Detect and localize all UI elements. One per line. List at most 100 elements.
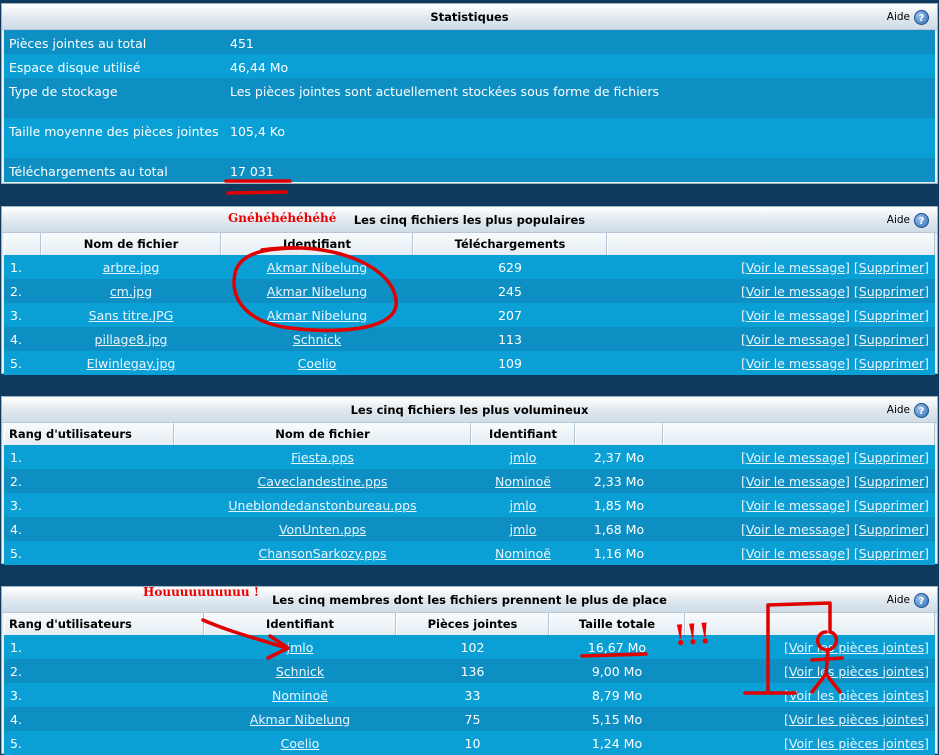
table-header: Rang d'utilisateurs Identifiant Pièces j… — [4, 613, 935, 635]
delete-link[interactable]: [Supprimer] — [854, 450, 929, 465]
file-link[interactable]: pillage8.jpg — [95, 332, 168, 347]
view-message-link[interactable]: [Voir le message] — [741, 498, 850, 513]
file-link[interactable]: Fiesta.pps — [291, 450, 354, 465]
stat-label: Taille moyenne des pièces jointes — [9, 124, 219, 139]
user-link[interactable]: Schnick — [293, 332, 341, 347]
stat-label: Type de stockage — [9, 84, 118, 99]
rank: 4. — [10, 331, 22, 347]
header-filename: Nom de fichier — [41, 233, 221, 255]
rank: 2. — [10, 663, 22, 679]
help-icon[interactable]: ? — [914, 592, 929, 608]
table-row: 1. Fiesta.pps jmlo 2,37 Mo [Voir le mess… — [4, 445, 935, 469]
user-link[interactable]: Coelio — [298, 356, 337, 371]
view-message-link[interactable]: [Voir le message] — [741, 260, 850, 275]
user-link[interactable]: Nominoë — [272, 688, 328, 703]
download-count: 629 — [498, 259, 522, 275]
rank: 3. — [10, 497, 22, 513]
popular-title: Les cinq fichiers les plus populaires — [353, 213, 586, 227]
view-attachments-link[interactable]: [Voir les pièces jointes] — [784, 688, 929, 703]
help-label[interactable]: Aide — [887, 207, 910, 233]
help-link[interactable]: Aide ? — [887, 4, 929, 30]
user-link[interactable]: Schnick — [276, 664, 324, 679]
file-link[interactable]: ChansonSarkozy.pps — [258, 546, 386, 561]
attachment-count: 102 — [460, 639, 485, 655]
rank: 4. — [10, 711, 22, 727]
help-link[interactable]: Aide ? — [887, 587, 929, 613]
view-attachments-link[interactable]: [Voir les pièces jointes] — [784, 736, 929, 751]
table-row: 2. Schnick 136 9,00 Mo [Voir les pièces … — [4, 659, 935, 683]
user-link[interactable]: jmlo — [510, 522, 537, 537]
largest-title-bar: Les cinq fichiers les plus volumineux Ai… — [2, 397, 937, 423]
actions-header — [607, 233, 935, 255]
user-link[interactable]: jmlo — [510, 498, 537, 513]
header-user: Identifiant — [471, 423, 575, 445]
view-attachments-link[interactable]: [Voir les pièces jointes] — [784, 664, 929, 679]
help-icon[interactable]: ? — [914, 402, 929, 418]
delete-link[interactable]: [Supprimer] — [854, 522, 929, 537]
view-message-link[interactable]: [Voir le message] — [741, 308, 850, 323]
user-link[interactable]: Akmar Nibelung — [267, 308, 367, 323]
stat-value: 105,4 Ko — [230, 124, 285, 139]
table-row: 4. VonUnten.pps jmlo 1,68 Mo [Voir le me… — [4, 517, 935, 541]
table-row: 3. Uneblondedanstonbureau.pps jmlo 1,85 … — [4, 493, 935, 517]
delete-link[interactable]: [Supprimer] — [854, 284, 929, 299]
view-message-link[interactable]: [Voir le message] — [741, 284, 850, 299]
file-link[interactable]: VonUnten.pps — [279, 522, 366, 537]
view-message-link[interactable]: [Voir le message] — [741, 332, 850, 347]
delete-link[interactable]: [Supprimer] — [854, 260, 929, 275]
rank: 3. — [10, 307, 22, 323]
help-icon[interactable]: ? — [914, 212, 929, 228]
stat-value: 46,44 Mo — [230, 60, 289, 75]
user-link[interactable]: Coelio — [281, 736, 320, 751]
help-label[interactable]: Aide — [887, 4, 910, 30]
file-link[interactable]: Caveclandestine.pps — [258, 474, 388, 489]
help-label[interactable]: Aide — [887, 397, 910, 423]
user-link[interactable]: Akmar Nibelung — [267, 260, 367, 275]
user-link[interactable]: jmlo — [510, 450, 537, 465]
scrawl-exclamations: !!! — [672, 616, 712, 653]
view-attachments-link[interactable]: [Voir les pièces jointes] — [784, 640, 929, 655]
delete-link[interactable]: [Supprimer] — [854, 332, 929, 347]
delete-link[interactable]: [Supprimer] — [854, 546, 929, 561]
total-size: 9,00 Mo — [591, 663, 643, 679]
file-size: 2,37 Mo — [593, 449, 645, 465]
table-row: 2. Caveclandestine.pps Nominoë 2,33 Mo [… — [4, 469, 935, 493]
help-label[interactable]: Aide — [887, 587, 910, 613]
user-link[interactable]: jmlo — [287, 640, 314, 655]
view-message-link[interactable]: [Voir le message] — [741, 474, 850, 489]
view-attachments-link[interactable]: [Voir les pièces jointes] — [784, 712, 929, 727]
stat-label: Espace disque utilisé — [9, 60, 141, 75]
file-link[interactable]: Sans titre.JPG — [89, 308, 174, 323]
stat-label: Téléchargements au total — [9, 164, 168, 179]
delete-link[interactable]: [Supprimer] — [854, 474, 929, 489]
header-user: Identifiant — [221, 233, 413, 255]
help-link[interactable]: Aide ? — [887, 397, 929, 423]
rank: 5. — [10, 545, 22, 561]
view-message-link[interactable]: [Voir le message] — [741, 450, 850, 465]
file-link[interactable]: Uneblondedanstonbureau.pps — [228, 498, 416, 513]
delete-link[interactable]: [Supprimer] — [854, 356, 929, 371]
delete-link[interactable]: [Supprimer] — [854, 308, 929, 323]
view-message-link[interactable]: [Voir le message] — [741, 356, 850, 371]
header-filename: Nom de fichier — [174, 423, 471, 445]
header-total-size: Taille totale — [549, 613, 685, 635]
rank: 5. — [10, 735, 22, 751]
file-link[interactable]: cm.jpg — [110, 284, 152, 299]
help-icon[interactable]: ? — [914, 9, 929, 25]
rank: 5. — [10, 355, 22, 371]
help-link[interactable]: Aide ? — [887, 207, 929, 233]
file-link[interactable]: arbre.jpg — [103, 260, 160, 275]
user-link[interactable]: Akmar Nibelung — [267, 284, 367, 299]
delete-link[interactable]: [Supprimer] — [854, 498, 929, 513]
user-link[interactable]: Akmar Nibelung — [250, 712, 350, 727]
rank: 1. — [10, 259, 22, 275]
rank: 4. — [10, 521, 22, 537]
actions-header — [685, 613, 935, 635]
view-message-link[interactable]: [Voir le message] — [741, 522, 850, 537]
view-message-link[interactable]: [Voir le message] — [741, 546, 850, 561]
popular-table: Nom de fichier Identifiant Téléchargemen… — [4, 233, 935, 375]
user-link[interactable]: Nominoë — [495, 546, 551, 561]
user-link[interactable]: Nominoë — [495, 474, 551, 489]
file-link[interactable]: Elwinlegay.jpg — [87, 356, 176, 371]
total-size: 5,15 Mo — [591, 711, 643, 727]
